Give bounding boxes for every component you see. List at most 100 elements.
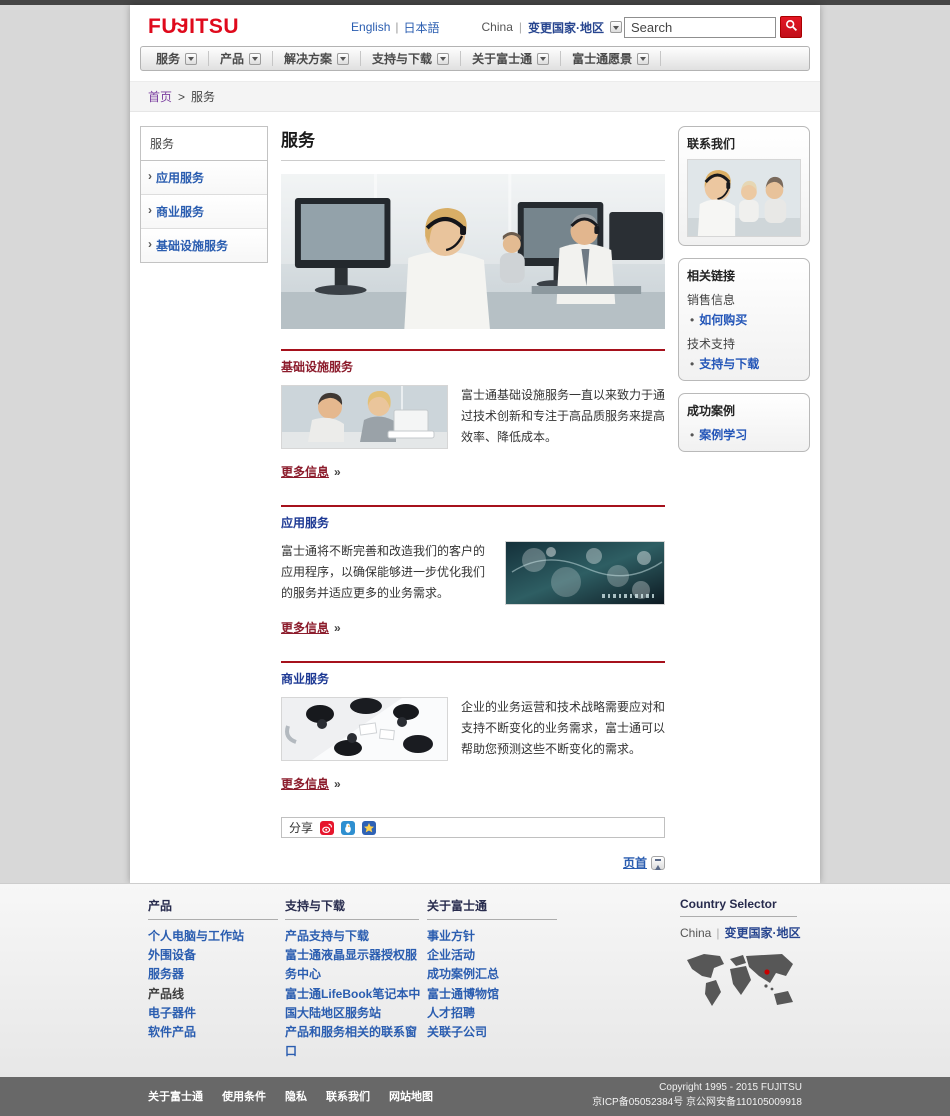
bottom-link-sitemap[interactable]: 网站地图 [389, 1088, 433, 1104]
footer-link[interactable]: 软件产品 [148, 1023, 283, 1042]
right-column: 联系我们 [678, 126, 810, 875]
back-to-top-link[interactable]: 页首 [623, 854, 665, 871]
footer-link[interactable]: 外围设备 [148, 946, 283, 965]
footer-column-products: 产品 个人电脑与工作站 外围设备 服务器 产品线 电子器件 软件产品 [148, 897, 283, 1061]
chevron-down-icon [185, 53, 197, 65]
sidebar-item-business-services[interactable]: › 商业服务 [141, 195, 267, 229]
bullet-icon: • [690, 313, 694, 327]
breadcrumb-current: 服务 [191, 88, 215, 105]
favorites-star-icon[interactable] [362, 821, 376, 835]
footer-link[interactable]: 电子器件 [148, 1004, 283, 1023]
sidebar-item-label: 应用服务 [156, 169, 204, 186]
bottom-link-contact[interactable]: 联系我们 [326, 1088, 370, 1104]
bottom-links: 关于富士通 使用条件 隐私 联系我们 网站地图 [148, 1088, 433, 1104]
change-country-link[interactable]: 变更国家·地区 [724, 924, 800, 941]
lang-english-link[interactable]: English [351, 20, 390, 34]
footer-link[interactable]: 关联子公司 [427, 1023, 562, 1042]
footer-link[interactable]: 产品支持与下载 [285, 927, 425, 946]
how-to-buy-link[interactable]: 如何购买 [699, 311, 747, 328]
nav-item-fujitsu-vision[interactable]: 富士通愿景 [561, 51, 661, 66]
country-selector: Country Selector China | 变更国家·地区 [680, 897, 802, 1061]
nav-item-support-downloads[interactable]: 支持与下载 [361, 51, 461, 66]
list-item: • 案例学习 [687, 426, 801, 443]
section-title-link[interactable]: 基础设施服务 [281, 358, 353, 375]
country-current: China [680, 926, 711, 940]
bottom-link-terms[interactable]: 使用条件 [222, 1088, 266, 1104]
nav-item-about-fujitsu[interactable]: 关于富士通 [461, 51, 561, 66]
sidebar-item-application-services[interactable]: › 应用服务 [141, 161, 267, 195]
nav-item-solutions[interactable]: 解决方案 [273, 51, 361, 66]
contact-us-box: 联系我们 [678, 126, 810, 246]
chevron-down-icon [437, 53, 449, 65]
footer-link[interactable]: 富士通液晶显示器授权服务中心 [285, 946, 425, 984]
world-map[interactable] [680, 950, 802, 1018]
tencent-weibo-icon[interactable] [341, 821, 355, 835]
lang-separator: | [395, 20, 398, 34]
breadcrumb-home-link[interactable]: 首页 [148, 88, 172, 105]
double-arrow-icon: » [334, 621, 341, 635]
section-title-link[interactable]: 应用服务 [281, 514, 329, 531]
list-item: • 支持与下载 [687, 355, 801, 372]
section-infrastructure-services: 基础设施服务 [281, 349, 665, 481]
bottom-link-about[interactable]: 关于富士通 [148, 1088, 203, 1104]
more-info-label: 更多信息 [281, 463, 329, 480]
logo-swoosh-icon [172, 11, 187, 35]
more-info-link[interactable]: 更多信息 » [281, 463, 341, 480]
support-downloads-link[interactable]: 支持与下载 [699, 355, 759, 372]
section-title-link[interactable]: 商业服务 [281, 670, 329, 687]
bottom-link-privacy[interactable]: 隐私 [285, 1088, 307, 1104]
breadcrumb: 首页 > 服务 [130, 81, 820, 112]
sidebar-item-infrastructure-services[interactable]: › 基础设施服务 [141, 229, 267, 262]
section-application-services: 应用服务 富士通将不断完善和改造我们的客户的应用程序，以确保能够进一步优化我们的… [281, 505, 665, 637]
primary-nav: 服务 产品 解决方案 支持与下载 关于富士通 富士通愿景 [140, 46, 810, 71]
footer-link[interactable]: 人才招聘 [427, 1004, 562, 1023]
nav-label: 解决方案 [284, 50, 332, 67]
sales-info-label: 销售信息 [687, 291, 801, 308]
nav-item-products[interactable]: 产品 [209, 51, 273, 66]
footer-link[interactable]: 企业活动 [427, 946, 562, 965]
breadcrumb-separator: > [178, 90, 185, 104]
lang-japanese-link[interactable]: 日本語 [404, 19, 440, 36]
back-to-top-label: 页首 [623, 854, 647, 871]
success-cases-box: 成功案例 • 案例学习 [678, 393, 810, 452]
double-arrow-icon: » [334, 465, 341, 479]
search-input[interactable] [624, 17, 776, 38]
bottom-bar: 关于富士通 使用条件 隐私 联系我们 网站地图 Copyright 1995 -… [0, 1077, 950, 1116]
share-bar: 分享 [281, 817, 665, 838]
page-title: 服务 [281, 126, 665, 161]
footer-link[interactable]: 成功案例汇总 [427, 965, 562, 984]
infrastructure-photo [281, 385, 448, 449]
footer-link[interactable]: 富士通博物馆 [427, 985, 562, 1004]
more-info-link[interactable]: 更多信息 » [281, 775, 341, 792]
search-button[interactable] [780, 16, 802, 38]
search-bar [624, 16, 802, 38]
footer-link[interactable]: 产品线 [148, 985, 283, 1004]
chevron-down-icon [637, 53, 649, 65]
services-menu: 服务 › 应用服务 › 商业服务 › 基础设施服务 [140, 126, 268, 263]
nav-item-services[interactable]: 服务 [145, 51, 209, 66]
hero-image [281, 174, 665, 329]
fujitsu-logo[interactable]: FUJITSU [148, 15, 239, 39]
change-region-link[interactable]: 变更国家·地区 [528, 19, 604, 36]
region-dropdown-icon[interactable] [610, 21, 622, 33]
contact-photo[interactable] [687, 159, 801, 237]
bullet-icon: • [690, 357, 694, 371]
footer-link[interactable]: 个人电脑与工作站 [148, 927, 283, 946]
footer-link[interactable]: 产品和服务相关的联系窗口 [285, 1023, 425, 1061]
region-separator: | [519, 20, 522, 34]
nav-label: 富士通愿景 [572, 50, 632, 67]
footer-link[interactable]: 富士通LifeBook笔记本中国大陆地区服务站 [285, 985, 425, 1023]
arrow-right-icon: › [148, 237, 152, 254]
footer-link[interactable]: 服务器 [148, 965, 283, 984]
footer-column-support: 支持与下载 产品支持与下载 富士通液晶显示器授权服务中心 富士通LifeBook… [285, 897, 425, 1061]
list-item: • 如何购买 [687, 311, 801, 328]
more-info-label: 更多信息 [281, 775, 329, 792]
footer-column-title: 支持与下载 [285, 897, 419, 920]
case-studies-link[interactable]: 案例学习 [699, 426, 747, 443]
language-switcher: English | 日本語 [351, 19, 440, 36]
site-footer: 产品 个人电脑与工作站 外围设备 服务器 产品线 电子器件 软件产品 支持与下载… [0, 883, 950, 1077]
footer-link[interactable]: 事业方针 [427, 927, 562, 946]
back-to-top-row: 页首 [281, 854, 665, 871]
more-info-link[interactable]: 更多信息 » [281, 619, 341, 636]
sina-weibo-icon[interactable] [320, 821, 334, 835]
